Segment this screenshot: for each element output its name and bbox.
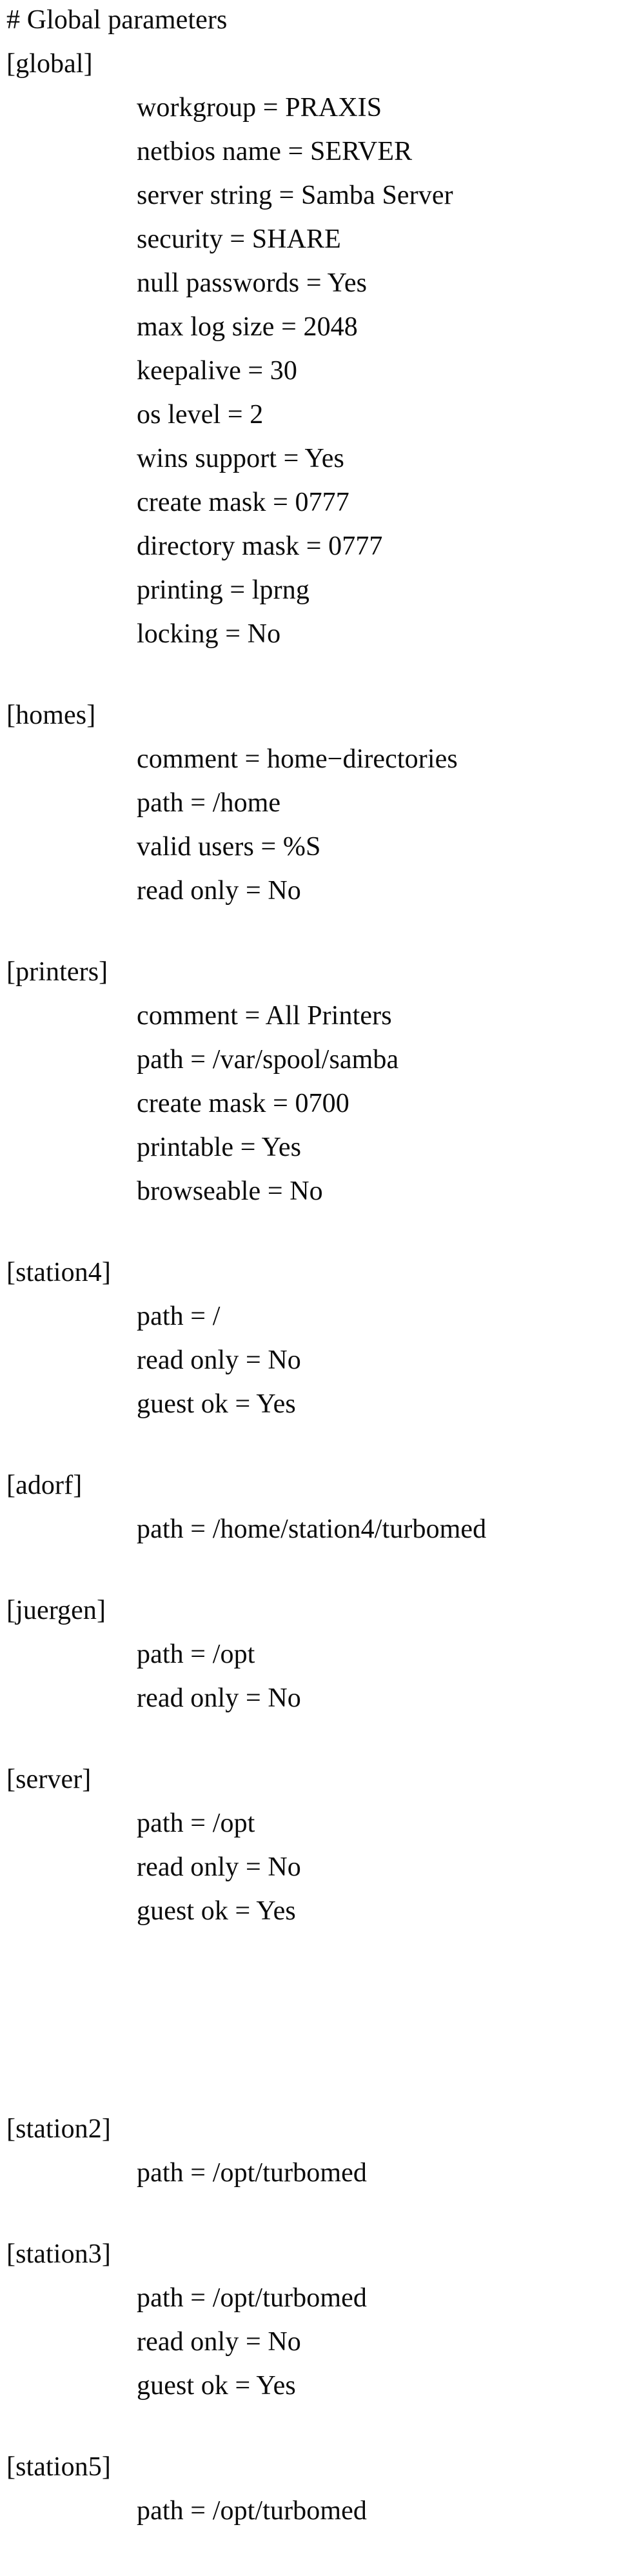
- config-property-line: path = /home/station4/turbomed: [137, 1514, 487, 1544]
- config-property-line: null passwords = Yes: [137, 268, 368, 298]
- smb-conf-document: # Global parameters [global] workgroup = P…: [0, 0, 619, 2576]
- config-property-line: path = /var/spool/samba: [137, 1045, 399, 1075]
- config-property-line: locking = No: [137, 619, 281, 649]
- config-property-line: server string = Samba Server: [137, 181, 453, 210]
- config-property-line: guest ok = Yes: [137, 1389, 296, 1419]
- config-property-line: create mask = 0700: [137, 1089, 349, 1118]
- config-property-line: directory mask = 0777: [137, 531, 383, 561]
- config-property-line: path = /home: [137, 788, 281, 818]
- config-property-line: create mask = 0777: [137, 488, 349, 517]
- config-property-line: max log size = 2048: [137, 312, 358, 342]
- config-section-header: [adorf]: [6, 1471, 83, 1500]
- config-property-line: browseable = No: [137, 1176, 323, 1206]
- config-property-line: netbios name = SERVER: [137, 137, 413, 166]
- config-property-line: valid users = %S: [137, 832, 321, 862]
- config-property-line: guest ok = Yes: [137, 2371, 296, 2401]
- config-property-line: path = /opt/turbomed: [137, 2283, 367, 2313]
- config-section-header: [station4]: [6, 1258, 111, 1287]
- config-property-line: read only = No: [137, 1683, 301, 1713]
- config-property-line: keepalive = 30: [137, 356, 297, 386]
- config-property-line: path = /: [137, 1302, 221, 1331]
- config-property-line: path = /opt: [137, 1808, 255, 1838]
- config-section-header: [station5]: [6, 2452, 111, 2482]
- config-property-line: path = /opt: [137, 1640, 255, 1669]
- config-property-line: comment = home−directories: [137, 744, 458, 774]
- config-property-line: printable = Yes: [137, 1133, 302, 1162]
- config-property-line: workgroup = PRAXIS: [137, 93, 382, 123]
- config-section-header: [printers]: [6, 957, 108, 987]
- config-property-line: os level = 2: [137, 400, 264, 430]
- config-section-header: [station3]: [6, 2239, 111, 2269]
- config-comment-line: # Global parameters: [6, 5, 228, 35]
- config-property-line: read only = No: [137, 2327, 301, 2357]
- config-section-header: [server]: [6, 1765, 92, 1794]
- config-section-header: [station2]: [6, 2114, 111, 2144]
- config-section-header: [global]: [6, 49, 93, 79]
- config-property-line: wins support = Yes: [137, 444, 344, 473]
- config-property-line: read only = No: [137, 876, 301, 906]
- config-property-line: read only = No: [137, 1852, 301, 1882]
- config-property-line: read only = No: [137, 1345, 301, 1375]
- config-property-line: printing = lprng: [137, 575, 310, 605]
- config-property-line: guest ok = Yes: [137, 1896, 296, 1926]
- config-section-header: [juergen]: [6, 1596, 106, 1625]
- config-property-line: path = /opt/turbomed: [137, 2158, 367, 2188]
- config-property-line: security = SHARE: [137, 224, 341, 254]
- config-property-line: path = /opt/turbomed: [137, 2496, 367, 2526]
- config-property-line: comment = All Printers: [137, 1001, 392, 1031]
- config-section-header: [homes]: [6, 700, 96, 730]
